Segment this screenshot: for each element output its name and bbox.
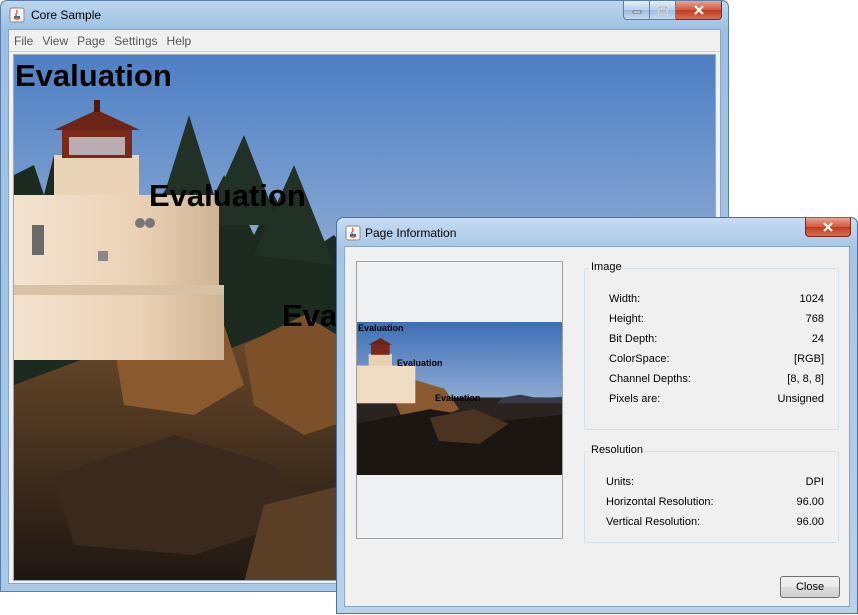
- maximize-button[interactable]: [650, 1, 676, 20]
- info-row-units: Units: DPI: [585, 476, 838, 496]
- row-value: 768: [805, 313, 824, 325]
- info-row-channel-depths: Channel Depths: [8, 8, 8]: [585, 373, 838, 393]
- menu-help[interactable]: Help: [163, 34, 196, 48]
- info-row-height: Height: 768: [585, 313, 838, 333]
- caption-buttons: [623, 1, 722, 21]
- menu-view[interactable]: View: [38, 34, 72, 48]
- row-label: Pixels are:: [609, 393, 661, 405]
- java-app-icon: [345, 225, 361, 241]
- info-row-vertical-resolution: Vertical Resolution: 96.00: [585, 516, 838, 536]
- info-row-width: Width: 1024: [585, 293, 838, 313]
- menu-settings[interactable]: Settings: [110, 34, 161, 48]
- image-preview: Evaluation Evaluation Evaluation: [356, 261, 563, 539]
- row-value: DPI: [805, 476, 824, 488]
- preview-watermark-text: Evaluation: [397, 358, 443, 368]
- info-row-horizontal-resolution: Horizontal Resolution: 96.00: [585, 496, 838, 516]
- row-label: Vertical Resolution:: [606, 516, 701, 528]
- maximize-icon: [657, 5, 668, 15]
- watermark-text: Evaluation: [149, 178, 306, 213]
- java-app-icon: [9, 7, 25, 23]
- row-value: 1024: [799, 293, 824, 305]
- preview-watermark-text: Evaluation: [358, 323, 404, 333]
- resolution-group: Resolution Units: DPI Horizontal Resolut…: [584, 444, 839, 543]
- info-row-pixels-are: Pixels are: Unsigned: [585, 393, 838, 413]
- close-button[interactable]: Close: [780, 576, 840, 598]
- row-value: [RGB]: [794, 353, 824, 365]
- menu-file[interactable]: File: [10, 34, 37, 48]
- row-value: 96.00: [796, 516, 824, 528]
- close-icon: [693, 5, 704, 15]
- row-label: Units:: [606, 476, 635, 488]
- row-label: Channel Depths:: [609, 373, 691, 385]
- image-group: Image Width: 1024 Height: 768 Bit Depth:…: [584, 261, 839, 430]
- row-label: Height:: [609, 313, 644, 325]
- row-value: [8, 8, 8]: [787, 373, 824, 385]
- page-information-dialog: Page Information Evaluation Evaluation E…: [336, 217, 858, 614]
- row-value: 24: [811, 333, 824, 345]
- dialog-close-button[interactable]: [805, 218, 851, 237]
- main-window-title: Core Sample: [31, 8, 102, 22]
- dialog-client-area: Evaluation Evaluation Evaluation Image W…: [344, 246, 850, 607]
- minimize-icon: [632, 10, 641, 14]
- preview-watermark-text: Evaluation: [435, 393, 481, 403]
- minimize-button[interactable]: [623, 1, 650, 20]
- dialog-title: Page Information: [365, 226, 457, 240]
- row-label: Horizontal Resolution:: [606, 496, 714, 508]
- row-value: Unsigned: [777, 393, 824, 405]
- close-window-button[interactable]: [676, 1, 722, 20]
- image-group-title: Image: [589, 261, 624, 273]
- row-label: Bit Depth:: [609, 333, 658, 345]
- menu-page[interactable]: Page: [73, 34, 109, 48]
- resolution-group-title: Resolution: [589, 444, 645, 456]
- row-label: Width:: [609, 293, 641, 305]
- info-row-bit-depth: Bit Depth: 24: [585, 333, 838, 353]
- watermark-text: Evaluation: [15, 58, 172, 93]
- info-row-colorspace: ColorSpace: [RGB]: [585, 353, 838, 373]
- row-value: 96.00: [796, 496, 824, 508]
- row-label: ColorSpace:: [609, 353, 670, 365]
- main-titlebar[interactable]: Core Sample: [1, 1, 728, 29]
- close-icon: [823, 222, 833, 232]
- menubar: File View Page Settings Help: [9, 30, 720, 52]
